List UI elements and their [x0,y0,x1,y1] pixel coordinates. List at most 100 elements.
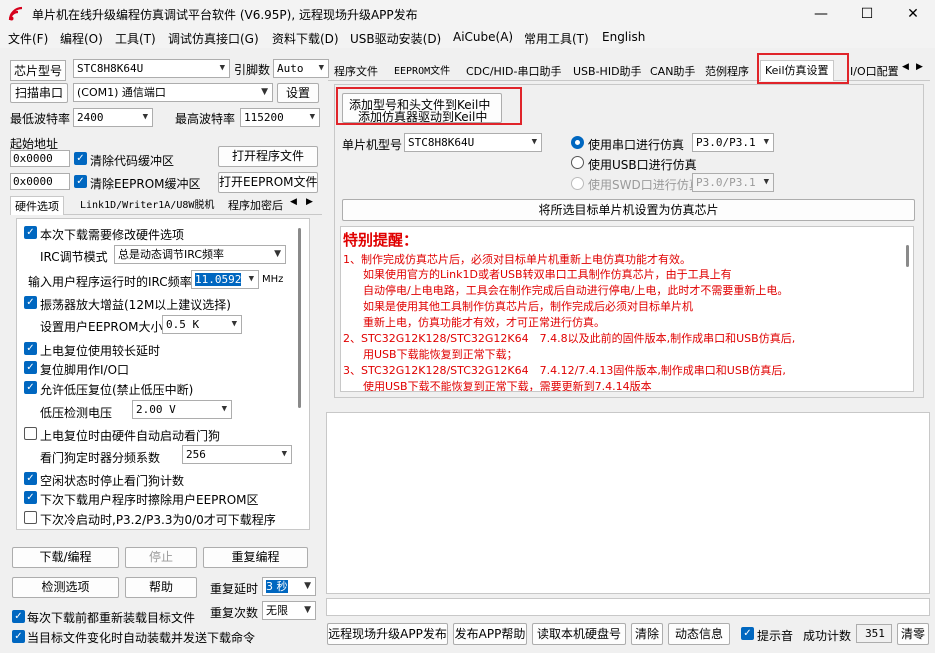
wdt-auto-checkbox[interactable] [24,427,37,440]
swd-sim-radio[interactable] [571,177,584,190]
notice-scrollbar[interactable] [906,245,909,267]
pin-count-select[interactable]: Auto ▼ [273,59,329,78]
low-voltage-reset-checkbox[interactable]: ✓ [24,381,37,394]
open-eeprom-file-button[interactable]: 打开EEPROM文件 [218,172,318,193]
min-baud-select[interactable]: 2400 ▼ [73,108,153,127]
set-sim-chip-button[interactable]: 将所选目标单片机设置为仿真芯片 [342,199,915,221]
download-button[interactable]: 下载/编程 [12,547,119,568]
menu-file[interactable]: 文件(F) [8,30,48,47]
tab-program-file[interactable]: 程序文件 [330,62,382,81]
settings-button[interactable]: 设置 [277,83,319,103]
repeat-count-label: 重复次数 [210,606,259,620]
usb-sim-radio[interactable] [571,156,584,169]
code-address-input[interactable]: 0x0000 [10,150,70,167]
max-baud-select[interactable]: 115200 ▼ [240,108,320,127]
irc-freq-select[interactable]: 11.0592 ▼ [191,270,259,289]
serial-port-select[interactable]: P3.0/P3.1 ▼ [692,133,774,152]
chevron-down-icon: ▼ [304,605,311,615]
menu-usb-driver[interactable]: USB驱动安装(D) [350,30,441,47]
scan-port-button[interactable]: 扫描串口 [10,83,68,103]
long-delay-checkbox[interactable]: ✓ [24,342,37,355]
serial-sim-radio[interactable] [571,136,584,149]
help-button[interactable]: 帮助 [125,577,197,598]
output-log-area[interactable] [326,412,930,594]
tab-scroll-right-icon[interactable]: ▶ [306,197,313,207]
chip-model-label: 芯片型号 [10,60,67,81]
osc-gain-checkbox[interactable]: ✓ [24,296,37,309]
tab-serial-assistant[interactable]: CDC/HID-串口助手 [462,62,566,81]
chip-model-select[interactable]: STC8H8K64U ▼ [73,59,230,78]
tab-examples[interactable]: 范例程序 [701,62,753,81]
tab-link1d-offline[interactable]: Link1D/Writer1A/U8W脱机 [76,196,218,215]
irc-freq-unit: MHz [262,274,284,285]
eeprom-size-label: 设置用户EEPROM大小 [40,320,163,334]
stop-button[interactable]: 停止 [125,547,197,568]
swd-port-select[interactable]: P3.0/P3.1 ▼ [692,173,774,192]
reset-io-checkbox[interactable]: ✓ [24,361,37,374]
maximize-button[interactable]: ☐ [844,0,890,28]
tab-hardware-options[interactable]: 硬件选项 [10,196,64,215]
minimize-button[interactable]: — [798,0,844,28]
pin-count-label: 引脚数 [234,63,271,77]
read-disk-id-button[interactable]: 读取本机硬盘号 [532,623,626,645]
tab-program-encrypt[interactable]: 程序加密后 [224,196,287,215]
low-voltage-select[interactable]: 2.00 V ▼ [132,400,232,419]
menu-debug[interactable]: 调试仿真接口(G) [168,30,259,47]
wdt-prescale-select[interactable]: 256 ▼ [182,445,292,464]
notice-line-5: 重新上电，仿真功能才有效，才可正常进行仿真。 [363,316,605,329]
tab-io-config[interactable]: I/O口配置 [846,62,898,81]
beep-checkbox[interactable]: ✓ [741,627,754,640]
menu-common-tools[interactable]: 常用工具(T) [524,30,589,47]
irc-mode-select[interactable]: 总是动态调节IRC频率 ▼ [114,245,286,264]
right-tab-scroll-left-icon[interactable]: ◀ [902,62,909,72]
chevron-down-icon: ▼ [142,112,148,122]
mcu-model-select[interactable]: STC8H8K64U ▼ [404,133,542,152]
idle-wdt-checkbox[interactable]: ✓ [24,472,37,485]
reload-file-checkbox[interactable]: ✓ [12,610,25,623]
remote-upgrade-button[interactable]: 远程现场升级APP发布 [327,623,448,645]
clear-code-checkbox[interactable]: ✓ [74,152,87,165]
erase-eeprom-checkbox[interactable]: ✓ [24,491,37,504]
close-button[interactable]: ✕ [890,0,935,28]
eeprom-size-select[interactable]: 0.5 K ▼ [162,315,242,334]
clear-eeprom-checkbox[interactable]: ✓ [74,175,87,188]
port-select[interactable]: (COM1) 通信端口 ▼ [73,83,273,102]
notice-line-4: 如果是使用其他工具制作仿真芯片后，制作完成后必须对目标单片机 [363,300,693,313]
menu-tools[interactable]: 工具(T) [115,30,156,47]
reprogram-button[interactable]: 重复编程 [203,547,308,568]
progress-bar [326,598,930,616]
irc-mode-label: IRC调节模式 [40,250,108,264]
reset-count-button[interactable]: 清零 [897,623,929,645]
idle-wdt-label: 空闲状态时停止看门狗计数 [40,474,185,488]
menu-english[interactable]: English [602,30,645,44]
notice-line-3: 自动停电/上电电路，工具会在制作完成后自动进行停电/上电，此时才不需要重新上电。 [363,284,789,297]
menu-program[interactable]: 编程(O) [60,30,103,47]
right-tab-scroll-right-icon[interactable]: ▶ [916,62,923,72]
cold-start-checkbox[interactable] [24,511,37,524]
tab-scroll-left-icon[interactable]: ◀ [290,197,297,207]
reset-io-label: 复位脚用作I/O口 [40,363,130,377]
chevron-down-icon: ▼ [318,63,324,73]
low-voltage-reset-label: 允许低压复位(禁止低压中断) [40,383,194,397]
notice-line-7: 用USB下载能恢复到正常下载； [363,348,518,361]
panel-scrollbar[interactable] [298,228,301,408]
tab-can[interactable]: CAN助手 [646,62,699,81]
menu-downloads[interactable]: 资料下载(D) [272,30,339,47]
auto-download-checkbox[interactable]: ✓ [12,630,25,643]
modify-hw-checkbox[interactable]: ✓ [24,226,37,239]
clear-output-button[interactable]: 清除 [631,623,663,645]
repeat-count-select[interactable]: 无限 ▼ [262,601,316,620]
publish-help-button[interactable]: 发布APP帮助 [453,623,527,645]
notice-box: 特别提醒： 1、制作完成仿真芯片后，必须对目标单片机重新上电仿真功能才有效。 如… [340,226,914,392]
menu-aicube[interactable]: AiCube(A) [453,30,513,44]
eeprom-address-input[interactable]: 0x0000 [10,173,70,190]
tab-usb-hid[interactable]: USB-HID助手 [569,62,646,81]
dynamic-info-button[interactable]: 动态信息 [668,623,730,645]
check-options-button[interactable]: 检测选项 [12,577,119,598]
wdt-prescale-label: 看门狗定时器分频系数 [40,451,161,465]
repeat-delay-select[interactable]: 3 秒 ▼ [262,577,316,596]
open-program-file-button[interactable]: 打开程序文件 [218,146,318,167]
tab-eeprom-file[interactable]: EEPROM文件 [390,62,454,81]
notice-line-9: 使用USB下载不能恢复到正常下载，需要更新到7.4.14版本 [363,380,652,392]
chevron-down-icon: ▼ [309,112,315,122]
